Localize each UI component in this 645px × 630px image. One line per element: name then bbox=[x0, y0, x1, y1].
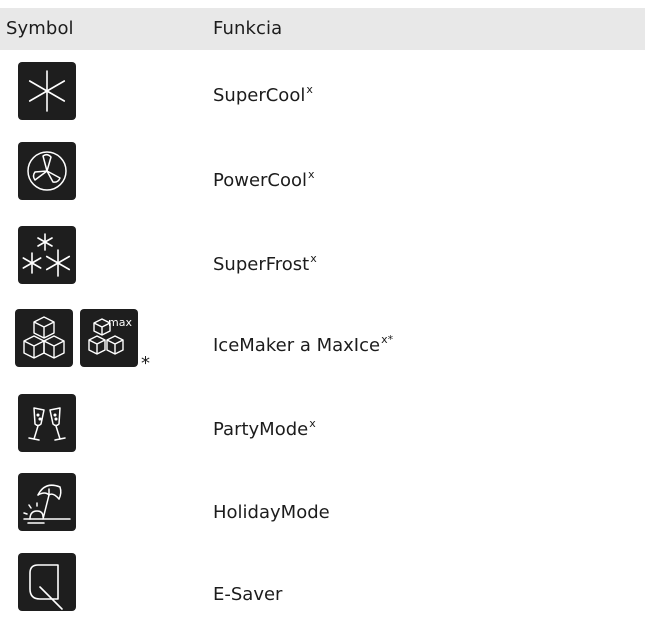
ice-cubes-max-icon: max bbox=[80, 309, 138, 367]
table-row: max * IceMaker a MaxIcex* bbox=[0, 305, 645, 385]
snowflakes-icon bbox=[18, 226, 76, 284]
function-label: HolidayMode bbox=[213, 502, 330, 523]
beach-umbrella-icon bbox=[18, 473, 76, 531]
footnote-marker: * bbox=[141, 353, 150, 374]
table-row: PowerCoolx bbox=[0, 140, 645, 220]
table-row: HolidayMode bbox=[0, 470, 645, 550]
function-label: SuperCoolx bbox=[213, 83, 313, 106]
function-label: SuperFrostx bbox=[213, 252, 317, 275]
table-row: PartyModex bbox=[0, 387, 645, 467]
function-label: E-Saver bbox=[213, 584, 283, 605]
column-header-function: Funkcia bbox=[213, 18, 283, 39]
function-label: IceMaker a MaxIcex* bbox=[213, 333, 394, 356]
column-header-symbol: Symbol bbox=[6, 18, 74, 39]
function-label: PowerCoolx bbox=[213, 168, 315, 191]
max-text: max bbox=[108, 316, 132, 329]
fan-icon bbox=[18, 142, 76, 200]
table-row: SuperFrostx bbox=[0, 222, 645, 302]
table-row: E-Saver bbox=[0, 550, 645, 630]
leaf-icon bbox=[18, 553, 76, 611]
table-header: Symbol Funkcia bbox=[0, 8, 645, 50]
champagne-glasses-icon bbox=[18, 394, 76, 452]
function-label: PartyModex bbox=[213, 417, 316, 440]
ice-cubes-icon bbox=[15, 309, 73, 367]
snowflake-icon bbox=[18, 62, 76, 120]
table-row: SuperCoolx bbox=[0, 55, 645, 135]
